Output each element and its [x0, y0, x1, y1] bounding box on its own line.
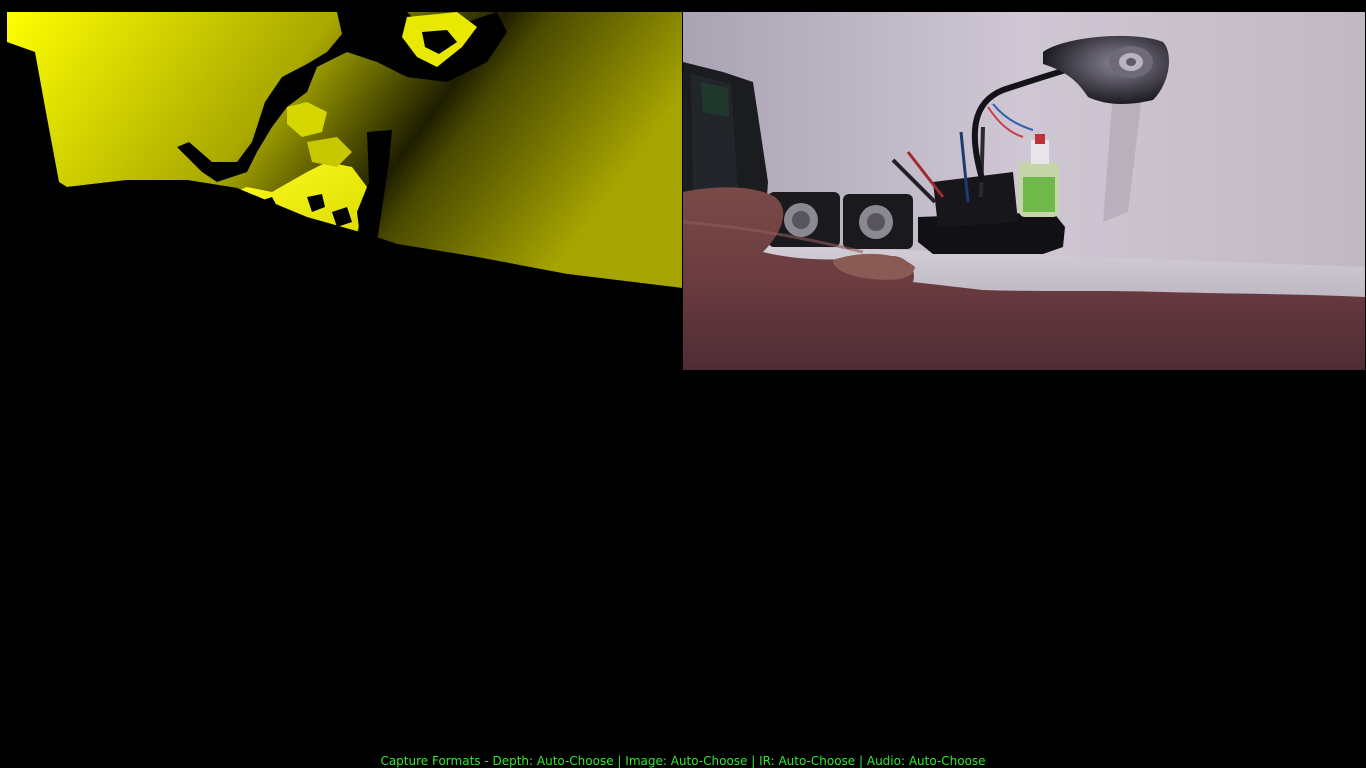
- depth-stream-view: [7, 12, 682, 288]
- viewer-window: Capture Formats - Depth: Auto-Choose | I…: [0, 0, 1366, 768]
- image-stream-view: [683, 12, 1365, 370]
- capture-formats-status: Capture Formats - Depth: Auto-Choose | I…: [380, 754, 986, 768]
- depth-map-graphic: [7, 12, 682, 288]
- camera-image-graphic: [683, 12, 1365, 370]
